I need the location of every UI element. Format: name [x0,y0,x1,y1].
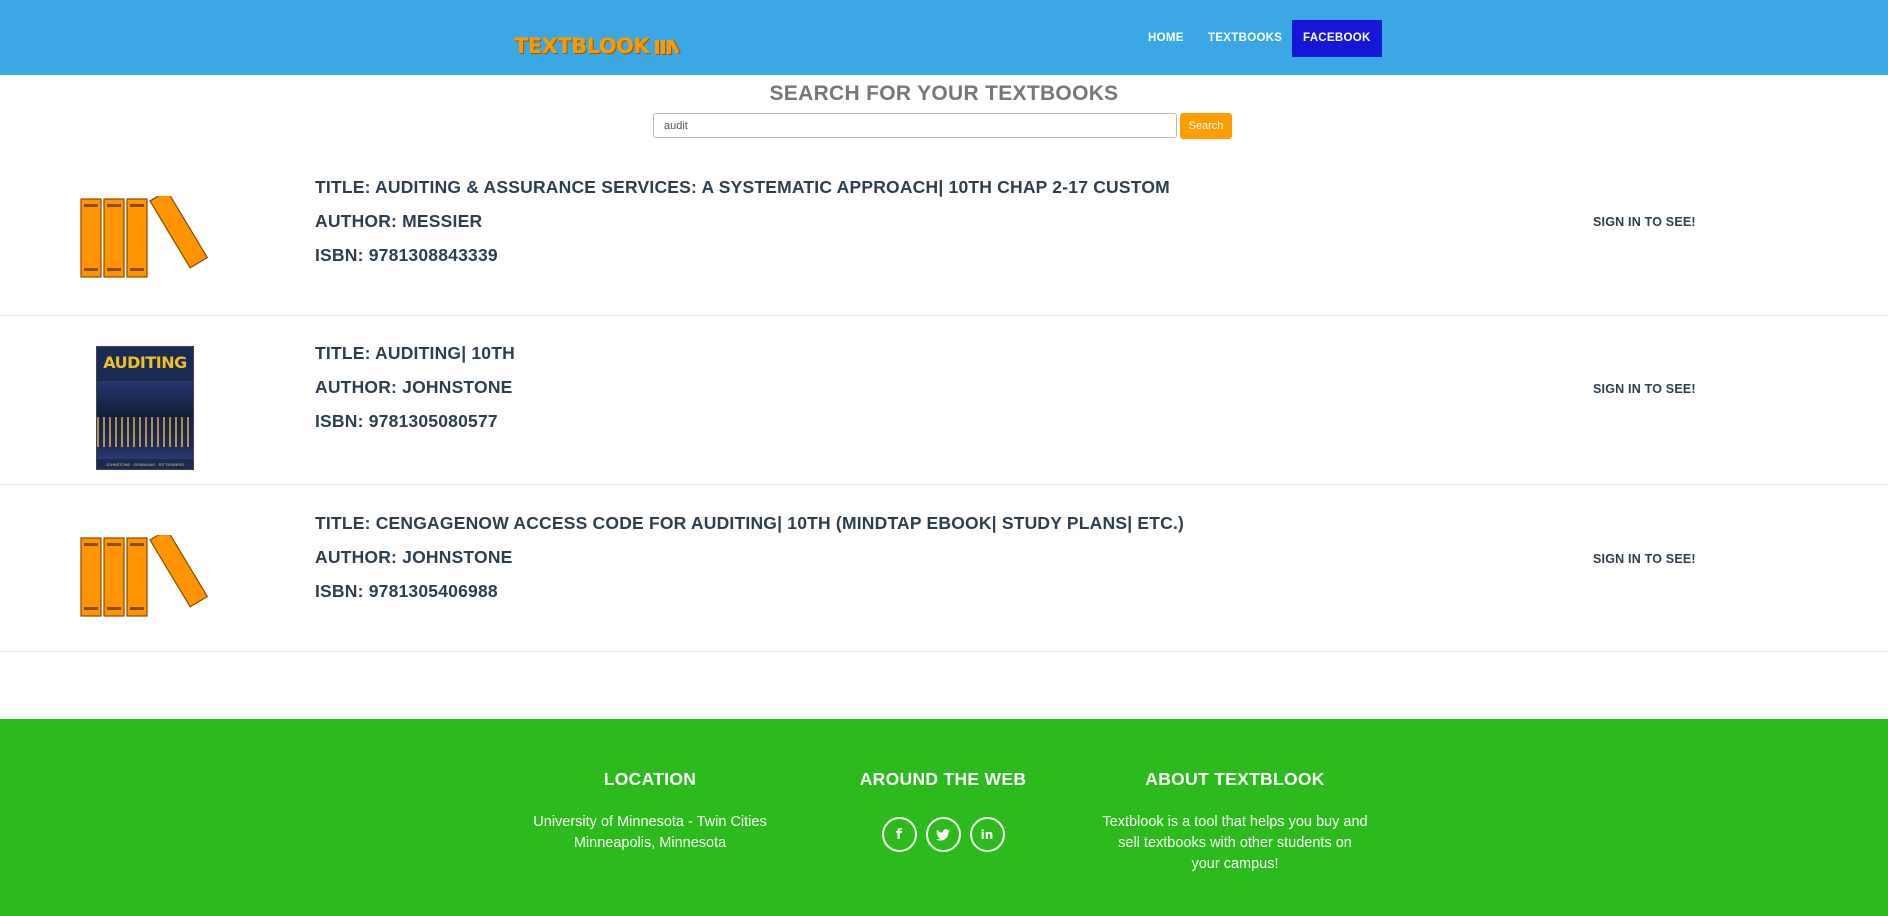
sign-in-link[interactable]: SIGN IN TO SEE! [1593,552,1696,566]
book-author: AUTHOR: JOHNSTONE [315,377,513,397]
footer: LOCATION University of Minnesota - Twin … [0,719,1888,916]
book-author: AUTHOR: JOHNSTONE [315,547,513,567]
footer-location-line: Minneapolis, Minnesota [573,835,727,851]
book-cover-image: AUDITING JOHNSTONE · GRAMLING · RITTENBE… [96,346,194,470]
footer-about-line: Textblook is a tool that helps you buy a… [1102,814,1368,830]
book-isbn: ISBN: 9781305406988 [315,581,498,601]
footer-location-line: University of Minnesota - Twin Cities [533,814,767,830]
footer-about-line: your campus! [1191,856,1279,872]
book-author: AUTHOR: MESSIER [315,211,483,231]
nav-textbooks[interactable]: TEXTBOOKS [1197,20,1293,57]
book-title: TITLE: AUDITING| 10TH [315,343,515,363]
result-item: AUDITING JOHNSTONE · GRAMLING · RITTENBE… [0,316,1888,485]
footer-about-line: sell textbooks with other students on [1118,835,1352,851]
books-stack-icon [80,196,209,278]
brand-name: TEXTBLOOK [514,34,650,58]
footer-location-heading: LOCATION [603,769,697,789]
sign-in-link[interactable]: SIGN IN TO SEE! [1593,215,1696,229]
footer-around-the-web: AROUND THE WEB f in [793,769,1093,852]
books-stack-icon [80,535,209,617]
result-item: TITLE: CENGAGENOW ACCESS CODE FOR AUDITI… [0,485,1888,652]
footer-about-heading: ABOUT TEXTBLOOK [1145,769,1325,789]
footer-location: LOCATION University of Minnesota - Twin … [500,769,800,854]
twitter-icon[interactable] [925,817,961,852]
cover-authors: JOHNSTONE · GRAMLING · RITTENBERG [105,462,185,467]
nav-facebook[interactable]: FACEBOOK [1292,20,1382,57]
footer-about: ABOUT TEXTBLOOK Textblook is a tool that… [1085,769,1385,875]
result-item: TITLE: AUDITING & ASSURANCE SERVICES: A … [0,147,1888,316]
search-input[interactable] [653,113,1177,138]
book-title: TITLE: CENGAGENOW ACCESS CODE FOR AUDITI… [315,513,1185,533]
nav-home[interactable]: HOME [1137,20,1195,57]
navbar: TEXTBLOOK HOME TEXTBOOKS FACEBOOK [0,0,1888,75]
sign-in-link[interactable]: SIGN IN TO SEE! [1593,382,1696,396]
book-title: TITLE: AUDITING & ASSURANCE SERVICES: A … [315,177,1170,197]
search-title: SEARCH FOR YOUR TEXTBOOKS [769,82,1119,105]
brand-logo[interactable]: TEXTBLOOK [514,34,680,58]
search-button[interactable]: Search [1180,113,1232,139]
linkedin-icon[interactable]: in [969,817,1005,852]
cover-title: AUDITING [103,353,187,372]
book-isbn: ISBN: 9781308843339 [315,245,498,265]
footer-web-heading: AROUND THE WEB [859,769,1027,789]
books-logo-icon [655,38,680,54]
facebook-icon[interactable]: f [881,817,917,852]
book-isbn: ISBN: 9781305080577 [315,411,498,431]
